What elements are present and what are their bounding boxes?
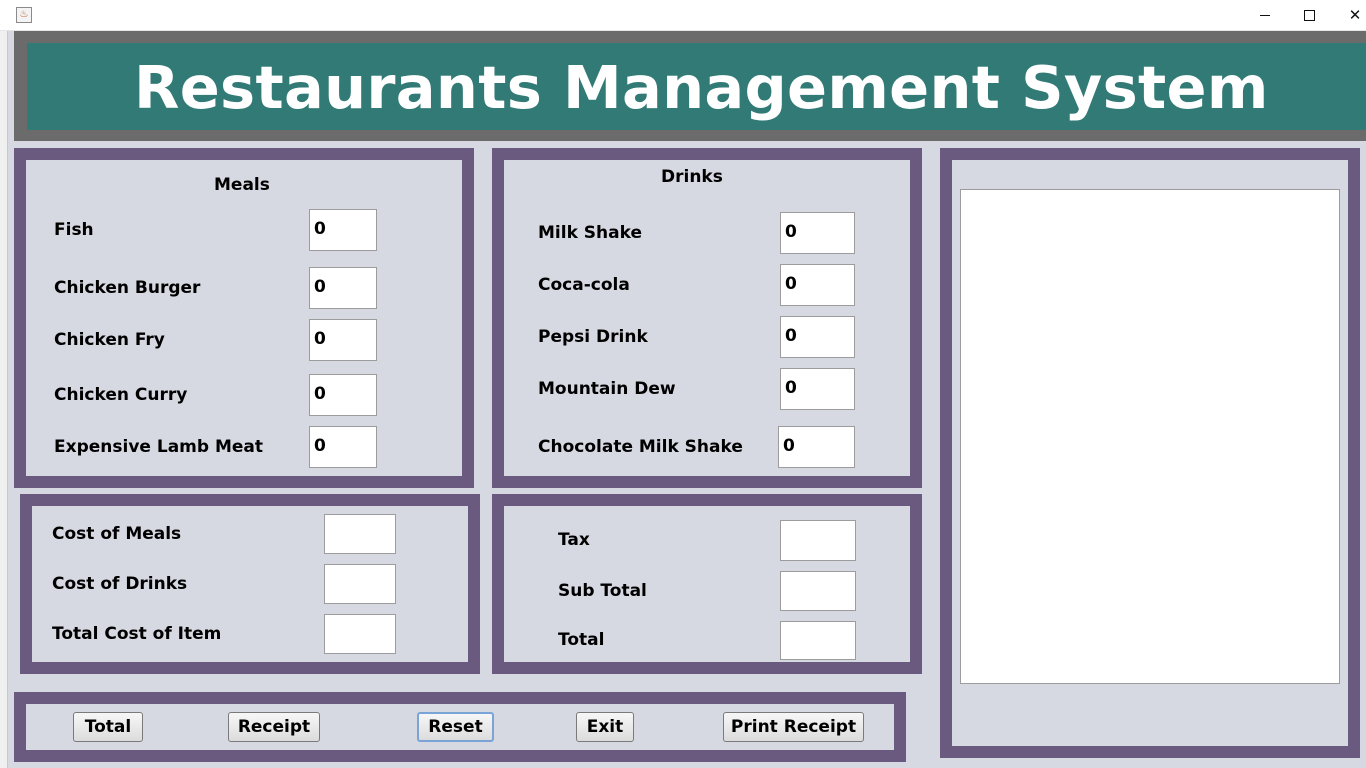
coca-cola-quantity-input[interactable]: 0 — [780, 264, 855, 306]
page-title: Restaurants Management System — [134, 53, 1269, 122]
fish-quantity-input[interactable]: 0 — [309, 209, 377, 251]
receipt-text-area[interactable] — [960, 189, 1340, 684]
tax-field[interactable] — [780, 520, 856, 561]
milk-shake-quantity-input[interactable]: 0 — [780, 212, 855, 254]
drink-label-mountain-dew: Mountain Dew — [538, 379, 676, 399]
expensive-lamb-meat-quantity-input[interactable]: 0 — [309, 426, 377, 468]
total-cost-of-item-field[interactable] — [324, 614, 396, 654]
cost-of-drinks-field[interactable] — [324, 564, 396, 604]
minimize-icon — [1260, 14, 1270, 16]
window-left-edge — [0, 31, 8, 768]
drink-label-coca-cola: Coca-cola — [538, 275, 630, 295]
mountain-dew-quantity-input[interactable]: 0 — [780, 368, 855, 410]
pepsi-drink-quantity-input[interactable]: 0 — [780, 316, 855, 358]
cost-of-meals-field[interactable] — [324, 514, 396, 554]
total-button[interactable]: Total — [73, 712, 143, 742]
drink-label-chocolate-milk-shake: Chocolate Milk Shake — [538, 437, 743, 457]
drink-label-milk-shake: Milk Shake — [538, 223, 642, 243]
print-receipt-button[interactable]: Print Receipt — [723, 712, 864, 742]
reset-button[interactable]: Reset — [417, 712, 494, 742]
meal-label-chicken-curry: Chicken Curry — [54, 385, 188, 405]
cost-of-drinks-label: Cost of Drinks — [52, 574, 188, 594]
receipt-button[interactable]: Receipt — [228, 712, 320, 742]
chocolate-milk-shake-quantity-input[interactable]: 0 — [778, 426, 855, 468]
tax-label: Tax — [558, 530, 590, 550]
exit-button[interactable]: Exit — [576, 712, 634, 742]
minimize-button[interactable] — [1242, 0, 1288, 30]
cost-of-meals-label: Cost of Meals — [52, 524, 182, 544]
chicken-curry-quantity-input[interactable]: 0 — [309, 374, 377, 416]
meal-label-fish: Fish — [54, 220, 94, 240]
meal-label-expensive-lamb-meat: Expensive Lamb Meat — [54, 437, 264, 457]
drink-label-pepsi-drink: Pepsi Drink — [538, 327, 648, 347]
maximize-icon — [1303, 9, 1315, 21]
meal-label-chicken-burger: Chicken Burger — [54, 278, 201, 298]
total-label: Total — [558, 630, 605, 650]
meals-title: Meals — [214, 175, 270, 195]
total-field[interactable] — [780, 621, 856, 660]
totals-panel — [492, 494, 922, 674]
java-icon[interactable]: ♨ — [16, 7, 32, 23]
chicken-burger-quantity-input[interactable]: 0 — [309, 267, 377, 309]
chicken-fry-quantity-input[interactable]: 0 — [309, 319, 377, 361]
window-titlebar: ♨ ✕ — [0, 0, 1366, 31]
sub-total-field[interactable] — [780, 571, 856, 611]
drinks-title: Drinks — [661, 167, 723, 187]
sub-total-label: Sub Total — [558, 581, 647, 601]
maximize-button[interactable] — [1286, 0, 1332, 30]
total-cost-of-item-label: Total Cost of Item — [52, 624, 222, 644]
close-icon: ✕ — [1348, 6, 1362, 24]
close-button[interactable]: ✕ — [1332, 0, 1366, 30]
meal-label-chicken-fry: Chicken Fry — [54, 330, 165, 350]
